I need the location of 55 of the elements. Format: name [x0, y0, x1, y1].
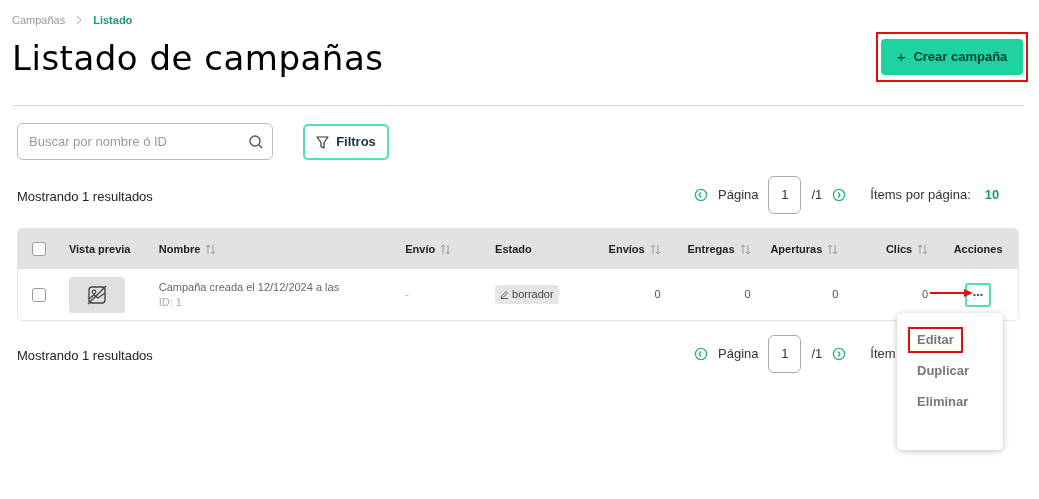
- column-header[interactable]: Clics: [885, 240, 913, 258]
- campaign-name[interactable]: Campaña creada el 12/12/2024 a las: [158, 279, 340, 295]
- funnel-icon: [316, 135, 330, 149]
- column-header: Vista previa: [68, 241, 131, 257]
- table-cell-text: 0: [654, 287, 661, 303]
- more-options-button[interactable]: [965, 282, 992, 307]
- page-number-field[interactable]: 1: [768, 335, 802, 373]
- ellipsis-icon: [973, 292, 984, 297]
- results-count: Mostrando 1 resultados: [17, 188, 153, 206]
- next-page-icon: [832, 188, 847, 202]
- sort-icon: [739, 243, 751, 255]
- table-cell-text: 0: [832, 287, 839, 303]
- table-cell-text: -: [405, 287, 409, 303]
- chevron-right-icon: [75, 15, 84, 26]
- page-total: /1: [811, 345, 823, 364]
- column-header[interactable]: Aperturas: [770, 240, 823, 258]
- sort-icon: [440, 243, 452, 255]
- sort-icon: [649, 243, 661, 255]
- column-header[interactable]: Envíos: [608, 240, 645, 258]
- previous-page-icon: [694, 188, 708, 202]
- menu-item[interactable]: Eliminar: [917, 393, 969, 411]
- column-header[interactable]: Envío: [405, 240, 436, 258]
- column-header: Acciones: [953, 241, 1003, 257]
- search-field[interactable]: Buscar por nombre ó ID: [17, 123, 273, 160]
- column-header: Estado: [495, 241, 532, 257]
- page-title: Listado de campañas: [12, 37, 384, 80]
- menu-item[interactable]: Editar: [908, 327, 963, 353]
- pencil-icon: [500, 290, 510, 299]
- page-total: /1: [811, 186, 823, 205]
- image-placeholder-icon: [85, 283, 108, 306]
- sort-icon: [205, 243, 217, 255]
- items-per-page-value[interactable]: 10: [984, 185, 1000, 205]
- checkbox[interactable]: [32, 287, 47, 302]
- search-icon: [249, 135, 263, 149]
- column-header[interactable]: Nombre: [158, 240, 201, 258]
- page-number-field[interactable]: 1: [768, 176, 802, 214]
- items-per-page-label: Ítem: [870, 345, 896, 364]
- results-count: Mostrando 1 resultados: [17, 347, 153, 365]
- menu-item[interactable]: Duplicar: [917, 362, 969, 380]
- filters-button[interactable]: Filtros: [303, 124, 389, 160]
- previous-page-icon: [694, 347, 708, 361]
- sort-icon: [917, 243, 929, 255]
- column-header[interactable]: Entregas: [687, 240, 735, 258]
- table-cell-text: 0: [922, 287, 929, 303]
- page-label: Página: [718, 345, 759, 364]
- page-label: Página: [718, 186, 759, 205]
- campaign-id: ID: 1: [158, 294, 182, 310]
- next-page-icon: [832, 347, 847, 361]
- items-per-page-label: Ítems por página:: [870, 186, 971, 205]
- create-campaign-button[interactable]: + Crear campaña: [881, 39, 1023, 75]
- breadcrumb-link[interactable]: Listado: [93, 12, 133, 29]
- checkbox[interactable]: [32, 242, 47, 256]
- status-tag: borrador: [495, 285, 559, 304]
- table-cell-text: 0: [744, 287, 751, 303]
- sort-icon: [827, 243, 839, 255]
